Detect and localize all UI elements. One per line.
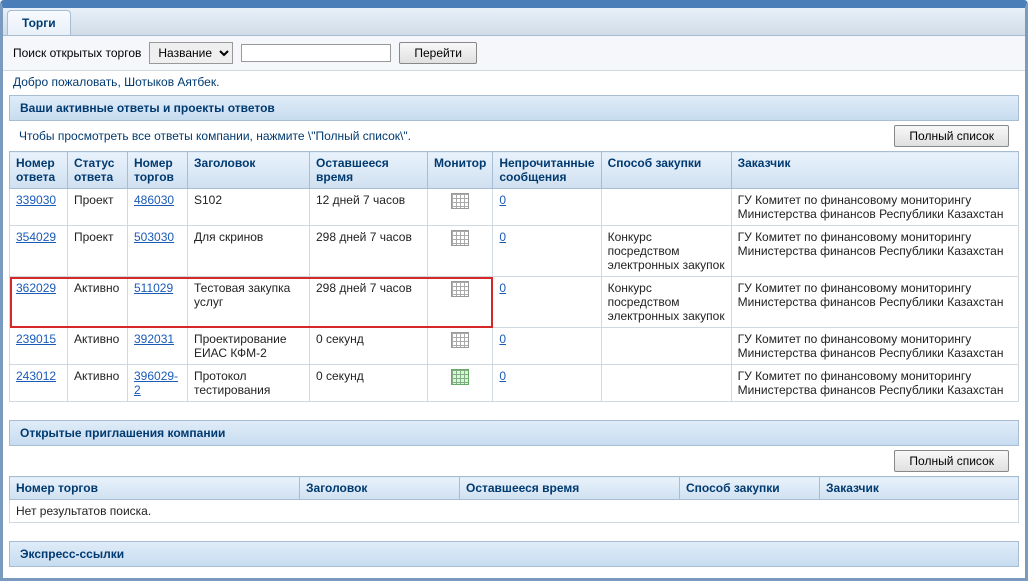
col-unread: Непрочитанные сообщения bbox=[493, 152, 601, 189]
cell-status: Активно bbox=[68, 277, 128, 328]
table-row: 243012 Активно396029-2 Протокол тестирован… bbox=[10, 365, 1019, 402]
auction-link[interactable]: 396029-2 bbox=[134, 369, 178, 397]
table-row: 339030 Проект 486030 S10212 дней 7 часов 0 ГУ… bbox=[10, 189, 1019, 226]
response-link[interactable]: 239015 bbox=[16, 332, 56, 346]
tab-bar: Торги bbox=[3, 8, 1025, 36]
col-method: Способ закупки bbox=[601, 152, 731, 189]
col2-remaining: Оставшееся время bbox=[460, 477, 680, 500]
monitor-icon[interactable] bbox=[451, 332, 469, 348]
cell-method bbox=[601, 328, 731, 365]
monitor-icon[interactable] bbox=[451, 230, 469, 246]
unread-link[interactable]: 0 bbox=[499, 369, 506, 383]
unread-link[interactable]: 0 bbox=[499, 332, 506, 346]
section-active-responses-header: Ваши активные ответы и проекты ответов bbox=[9, 95, 1019, 121]
cell-method bbox=[601, 189, 731, 226]
cell-remaining: 12 дней 7 часов bbox=[310, 189, 428, 226]
full-list-button-1[interactable]: Полный список bbox=[894, 125, 1009, 147]
search-label: Поиск открытых торгов bbox=[13, 46, 141, 60]
cell-customer: ГУ Комитет по финансовому мониторингу Ми… bbox=[731, 365, 1018, 402]
unread-link[interactable]: 0 bbox=[499, 230, 506, 244]
cell-method: Конкурс посредством электронных закупок bbox=[601, 277, 731, 328]
col-resp-status: Статус ответа bbox=[68, 152, 128, 189]
cell-status: Проект bbox=[68, 189, 128, 226]
cell-method: Конкурс посредством электронных закупок bbox=[601, 226, 731, 277]
section2-btn-row: Полный список bbox=[9, 446, 1019, 476]
col2-auction-no: Номер торгов bbox=[10, 477, 300, 500]
response-link[interactable]: 243012 bbox=[16, 369, 56, 383]
col2-method: Способ закупки bbox=[680, 477, 820, 500]
cell-remaining: 0 секунд bbox=[310, 365, 428, 402]
col-monitor: Монитор bbox=[428, 152, 493, 189]
cell-remaining: 0 секунд bbox=[310, 328, 428, 365]
cell-title: Тестовая закупка услуг bbox=[188, 277, 310, 328]
search-bar: Поиск открытых торгов Название Перейти bbox=[3, 36, 1025, 71]
response-link[interactable]: 362029 bbox=[16, 281, 56, 295]
cell-title: Для скринов bbox=[188, 226, 310, 277]
col2-title: Заголовок bbox=[300, 477, 460, 500]
invitations-table: Номер торгов Заголовок Оставшееся время … bbox=[9, 476, 1019, 523]
section1-hint: Чтобы просмотреть все ответы компании, н… bbox=[19, 129, 411, 143]
welcome-text: Добро пожаловать, Шотыков Аятбек. bbox=[3, 71, 1025, 93]
invitations-table-wrap: Номер торгов Заголовок Оставшееся время … bbox=[9, 476, 1019, 523]
cell-remaining: 298 дней 7 часов bbox=[310, 226, 428, 277]
col-customer: Заказчик bbox=[731, 152, 1018, 189]
cell-status: Активно bbox=[68, 365, 128, 402]
cell-monitor bbox=[428, 277, 493, 328]
response-link[interactable]: 354029 bbox=[16, 230, 56, 244]
col-remaining: Оставшееся время bbox=[310, 152, 428, 189]
cell-title: Проектирование ЕИАС КФМ-2 bbox=[188, 328, 310, 365]
monitor-icon[interactable] bbox=[451, 369, 469, 385]
table-row: 362029 Активно 511029 Тестовая закупка услу… bbox=[10, 277, 1019, 328]
monitor-icon[interactable] bbox=[451, 281, 469, 297]
cell-remaining: 298 дней 7 часов bbox=[310, 277, 428, 328]
cell-monitor bbox=[428, 189, 493, 226]
cell-status: Активно bbox=[68, 328, 128, 365]
cell-customer: ГУ Комитет по финансовому мониторингу Ми… bbox=[731, 328, 1018, 365]
unread-link[interactable]: 0 bbox=[499, 193, 506, 207]
cell-title: Протокол тестирования bbox=[188, 365, 310, 402]
tab-auctions[interactable]: Торги bbox=[7, 10, 71, 35]
cell-method bbox=[601, 365, 731, 402]
app-frame: Торги Поиск открытых торгов Название Пер… bbox=[0, 0, 1028, 581]
cell-monitor bbox=[428, 328, 493, 365]
auction-link[interactable]: 392031 bbox=[134, 332, 174, 346]
cell-customer: ГУ Комитет по финансовому мониторингу Ми… bbox=[731, 277, 1018, 328]
responses-header-row: Номер ответа Статус ответа Номер торгов … bbox=[10, 152, 1019, 189]
cell-monitor bbox=[428, 365, 493, 402]
auction-link[interactable]: 511029 bbox=[134, 281, 173, 295]
responses-table-wrap: Номер ответа Статус ответа Номер торгов … bbox=[9, 151, 1019, 402]
auction-link[interactable]: 486030 bbox=[134, 193, 174, 207]
cell-title: S102 bbox=[188, 189, 310, 226]
col-auction-no: Номер торгов bbox=[128, 152, 188, 189]
empty-result: Нет результатов поиска. bbox=[10, 500, 1019, 523]
col-title: Заголовок bbox=[188, 152, 310, 189]
search-go-button[interactable]: Перейти bbox=[399, 42, 477, 64]
col2-customer: Заказчик bbox=[820, 477, 1019, 500]
section1-info-row: Чтобы просмотреть все ответы компании, н… bbox=[9, 121, 1019, 151]
section-invitations-header: Открытые приглашения компании bbox=[9, 420, 1019, 446]
auction-link[interactable]: 503030 bbox=[134, 230, 174, 244]
monitor-icon[interactable] bbox=[451, 193, 469, 209]
cell-status: Проект bbox=[68, 226, 128, 277]
search-field-select[interactable]: Название bbox=[149, 42, 233, 64]
cell-customer: ГУ Комитет по финансовому мониторингу Ми… bbox=[731, 189, 1018, 226]
cell-customer: ГУ Комитет по финансовому мониторингу Ми… bbox=[731, 226, 1018, 277]
table-row: 239015 Активно 392031 Проектирование ЕИАС К… bbox=[10, 328, 1019, 365]
responses-table: Номер ответа Статус ответа Номер торгов … bbox=[9, 151, 1019, 402]
col-resp-no: Номер ответа bbox=[10, 152, 68, 189]
cell-monitor bbox=[428, 226, 493, 277]
table-row: 354029 Проект 503030 Для скринов298 дней 7 … bbox=[10, 226, 1019, 277]
section-express-links-header: Экспресс-ссылки bbox=[9, 541, 1019, 567]
unread-link[interactable]: 0 bbox=[499, 281, 506, 295]
full-list-button-2[interactable]: Полный список bbox=[894, 450, 1009, 472]
table-row: Нет результатов поиска. bbox=[10, 500, 1019, 523]
invitations-header-row: Номер торгов Заголовок Оставшееся время … bbox=[10, 477, 1019, 500]
response-link[interactable]: 339030 bbox=[16, 193, 56, 207]
search-input[interactable] bbox=[241, 44, 391, 62]
